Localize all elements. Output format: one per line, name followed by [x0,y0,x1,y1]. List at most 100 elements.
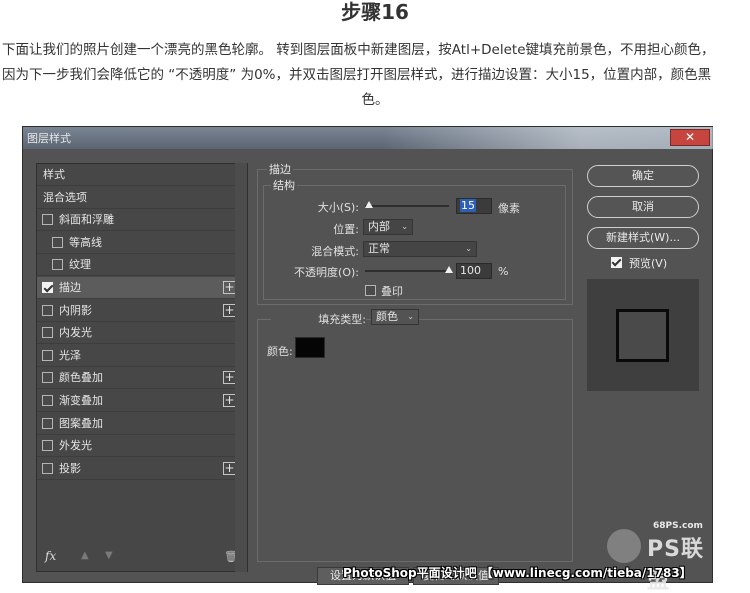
watermark-site: 68PS.com [653,521,703,531]
size-value: 15 [460,199,476,212]
style-item-checkbox[interactable] [42,440,53,452]
style-item-checkbox[interactable] [42,372,53,384]
blend-mode-dropdown[interactable]: 正常 ⌄ [363,241,477,257]
style-item-label: 光泽 [59,348,81,362]
style-item-label: 斜面和浮雕 [59,213,114,227]
preview-checkbox[interactable] [611,257,622,268]
style-item-label: 图案叠加 [59,416,103,430]
style-item-label: 渐变叠加 [59,394,103,407]
layer-style-dialog: 图层样式 ✕ 样式混合选项斜面和浮雕等高线纹理描边 + 内阴影 + 内发光光泽颜色叠加 +… [22,126,713,593]
titlebar-background [383,127,713,149]
structure-title: 结构 [271,177,297,193]
style-preview-thumbnail [587,279,699,391]
style-item[interactable]: 外发光 [37,435,247,458]
fx-menu-button[interactable]: fx [45,549,56,563]
chevron-down-icon: ⌄ [407,312,414,321]
chevron-down-icon: ⌄ [465,244,472,253]
styles-list-scrollbar[interactable] [235,163,247,572]
blend-mode-label: 混合模式: [311,245,359,258]
style-item[interactable]: 投影 + [37,458,247,480]
stroke-settings-panel: 描边 结构 大小(S): 15 像素 位置: 内部 ⌄ 混合模式: 正常 ⌄ 不透明… [257,161,575,585]
opacity-value: 100 [460,264,481,277]
style-item-checkbox[interactable] [42,349,53,361]
style-item-label: 内发光 [59,326,92,340]
style-item-label: 颜色叠加 [59,371,103,385]
chevron-down-icon: ⌄ [401,222,408,231]
stroke-section-title: 描边 [267,161,293,177]
preview-stroke-square [616,309,669,362]
position-dropdown[interactable]: 内部 ⌄ [363,219,413,235]
style-item-checkbox[interactable] [52,236,63,248]
stroke-color-swatch[interactable] [295,337,325,358]
footer-credit: PhotoShop平面设计吧 【www.linecg.com/tieba/178… [343,566,692,580]
watermark-brand: PS联盟 [647,537,704,593]
style-item[interactable]: 描边 + [37,277,247,299]
cancel-button[interactable]: 取消 [587,196,699,218]
style-item[interactable]: 纹理 [37,254,247,277]
style-item[interactable]: 光泽 [37,345,247,367]
style-item-checkbox[interactable] [42,214,53,226]
article-line-2: 因为下一步我们会降低它的 “不透明度” 为0%，并双击图层打开图层样式，进行描边… [2,67,712,83]
style-item[interactable]: 内发光 [37,322,247,345]
article-line-3: 色。 [361,92,389,108]
style-item-label: 样式 [43,168,65,181]
close-icon: ✕ [684,130,696,144]
watermark-logo-icon [607,529,641,563]
overprint-label: 叠印 [381,285,403,298]
close-button[interactable]: ✕ [670,129,710,146]
overprint-checkbox[interactable] [365,285,376,296]
opacity-slider-thumb[interactable] [445,266,453,273]
position-label: 位置: [333,223,359,236]
article-line-1: 下面让我们的照片创建一个漂亮的黑色轮廓。 转到图层面板中新建图层，按Atl+De… [2,42,715,58]
position-value: 内部 [368,220,390,233]
opacity-input[interactable]: 100 [456,263,492,279]
style-item[interactable]: 内阴影 + [37,300,247,322]
style-item-label: 描边 [59,281,81,294]
move-down-icon[interactable]: ▼ [105,550,113,561]
dialog-titlebar[interactable]: 图层样式 ✕ [23,127,713,149]
ok-button[interactable]: 确定 [587,165,699,187]
article-text: 下面让我们的照片创建一个漂亮的黑色轮廓。 转到图层面板中新建图层，按Atl+De… [2,38,748,113]
style-item-label: 外发光 [59,439,92,453]
style-item[interactable]: 渐变叠加 + [37,390,247,412]
fill-type-label: 填充类型: [271,311,366,327]
style-item-checkbox[interactable] [42,417,53,429]
size-label: 大小(S): [317,201,359,214]
style-item-label: 纹理 [69,258,91,272]
style-item-label: 等高线 [69,235,102,249]
new-style-button[interactable]: 新建样式(W)... [587,227,699,249]
blend-mode-value: 正常 [368,242,390,255]
opacity-label: 不透明度(O): [294,266,359,279]
style-item[interactable]: 等高线 [37,232,247,254]
style-item[interactable]: 图案叠加 [37,413,247,435]
style-item[interactable]: 样式 [37,164,247,186]
style-item-label: 内阴影 [59,303,92,317]
style-item-checkbox[interactable] [42,282,53,293]
preview-label: 预览(V) [629,257,668,270]
step-title: 步骤16 [341,0,409,24]
opacity-unit: % [498,265,509,278]
style-item-label: 投影 [59,461,81,475]
size-input[interactable]: 15 [456,198,492,214]
size-slider-track[interactable] [365,205,449,207]
color-label: 颜色: [267,345,293,358]
opacity-slider-track[interactable] [365,270,449,272]
style-item-checkbox[interactable] [52,259,63,271]
style-item-checkbox[interactable] [42,462,53,474]
style-item-checkbox[interactable] [42,395,53,406]
styles-list-footer: fx ▲ ▼ 🗑 [37,545,247,571]
size-slider-thumb[interactable] [365,201,374,208]
style-item[interactable]: 颜色叠加 + [37,367,247,390]
style-item-checkbox[interactable] [42,327,53,339]
move-up-icon[interactable]: ▲ [81,550,89,561]
style-item[interactable]: 混合选项 [37,187,247,209]
fill-type-value: 颜色 [376,310,398,323]
styles-list-panel: 样式混合选项斜面和浮雕等高线纹理描边 + 内阴影 + 内发光光泽颜色叠加 + 渐变叠加 + 图案… [36,163,248,572]
fill-type-dropdown[interactable]: 颜色 ⌄ [371,309,419,325]
fx-icon: fx [45,549,57,563]
style-item-checkbox[interactable] [42,304,53,316]
style-item-label: 混合选项 [43,190,87,204]
dialog-title: 图层样式 [27,132,71,145]
size-unit: 像素 [498,202,520,215]
style-item[interactable]: 斜面和浮雕 [37,209,247,232]
